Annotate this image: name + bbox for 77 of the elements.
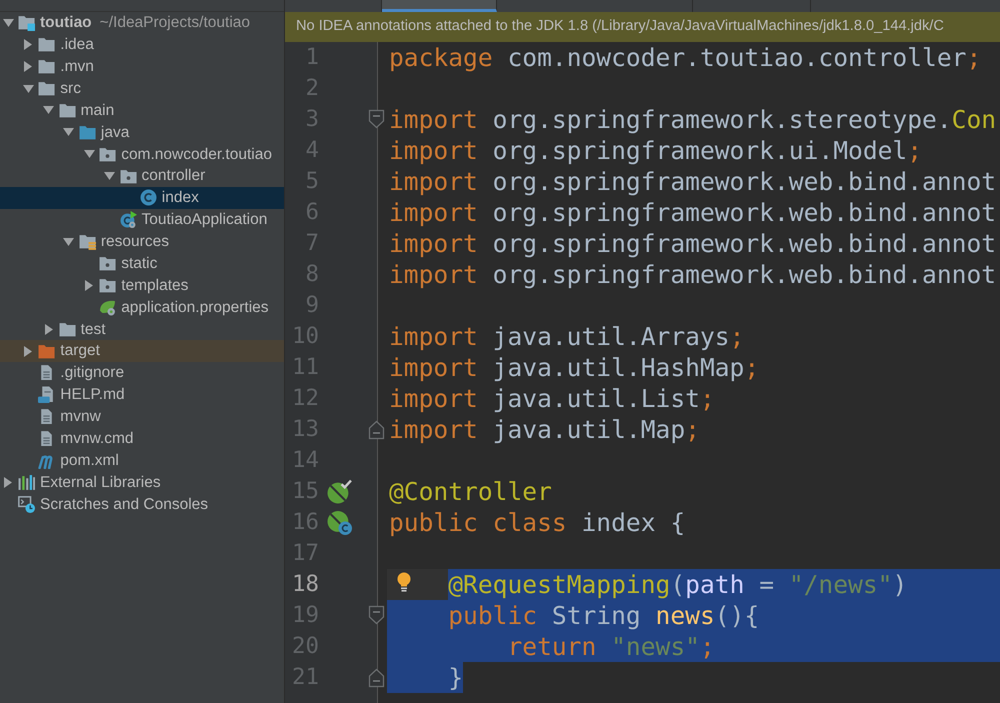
tree-item[interactable]: com.nowcoder.toutiao [0, 143, 284, 166]
caret-right-icon[interactable] [4, 476, 12, 488]
tree-item[interactable]: ToutiaoApplication [0, 208, 284, 231]
caret-right-icon[interactable] [24, 39, 32, 50]
folder-icon [38, 36, 56, 54]
folder-icon [38, 342, 56, 360]
caret-right-icon[interactable] [44, 324, 53, 335]
tree-item[interactable]: src [0, 78, 284, 100]
line-number: 18 [291, 570, 319, 599]
package-icon [120, 168, 136, 185]
tree-item[interactable]: controller [0, 165, 284, 187]
caret-right-icon[interactable] [24, 346, 32, 357]
tree-item[interactable]: test [0, 318, 284, 340]
code-line: import java.util.List; [388, 383, 715, 414]
code-line: package com.nowcoder.toutiao.controller; [388, 42, 982, 73]
console-clock-icon [18, 496, 35, 513]
tree-item[interactable]: mvnw [0, 406, 284, 428]
caret-down-icon[interactable] [22, 84, 34, 93]
fold-marker-icon[interactable] [368, 109, 385, 130]
tree-item[interactable]: Scratches and Consoles [0, 493, 284, 516]
caret-down-icon[interactable] [104, 172, 115, 180]
run-class-icon [120, 211, 136, 228]
folder-icon [58, 102, 76, 119]
caret-down-icon[interactable] [84, 150, 95, 158]
code-line: public class index { [388, 507, 686, 538]
caret-down-icon[interactable] [2, 18, 14, 27]
fold-marker-icon[interactable] [368, 419, 385, 440]
code-line: import java.util.Map; [388, 414, 700, 445]
tree-item[interactable]: static [0, 252, 284, 274]
tree-item[interactable]: java [0, 121, 284, 144]
folder-icon [38, 58, 56, 76]
leaf-icon [99, 298, 116, 316]
class-icon [140, 189, 157, 206]
tree-item[interactable]: resources [0, 230, 284, 253]
module-folder-icon [18, 14, 35, 32]
folder-icon [58, 320, 76, 338]
code-line: import org.springframework.web.bind.annot [388, 259, 996, 290]
caret-down-icon[interactable] [63, 238, 74, 246]
code-line: import org.springframework.stereotype.Con [388, 104, 996, 135]
notification-banner: No IDEA annotations attached to the JDK 1.8 (/Library/Java/JavaVirtualMachines/jdk1.8.0_144.jdk/C [285, 12, 1000, 42]
resources-folder-icon [78, 233, 96, 250]
tree-item[interactable]: External Libraries [0, 471, 284, 494]
tree-item[interactable]: toutiao ~/IdeaProjects/toutiao [0, 12, 284, 34]
tree-item[interactable]: HELP.md [0, 384, 284, 406]
file-tag-icon [38, 386, 56, 404]
folder-icon [78, 124, 96, 141]
library-bars-icon [18, 474, 35, 491]
code-line: import org.springframework.web.bind.annot [388, 197, 996, 228]
tree-item[interactable]: templates [0, 274, 284, 296]
code-line: import org.springframework.ui.Model; [388, 135, 922, 166]
code-line: import java.util.Arrays; [388, 321, 744, 352]
code-line: import java.util.HashMap; [388, 352, 760, 383]
tree-item[interactable]: pom.xml [0, 450, 284, 472]
code-line: import org.springframework.web.bind.annot [388, 166, 996, 197]
fold-marker-icon[interactable] [368, 605, 385, 626]
folder-icon [38, 80, 56, 98]
tree-item[interactable]: .gitignore [0, 362, 284, 384]
package-icon [99, 255, 116, 272]
tree-item[interactable]: application.properties [0, 296, 284, 318]
package-icon [99, 276, 116, 294]
bean-check-icon[interactable] [326, 479, 352, 504]
lightbulb-icon[interactable] [397, 572, 411, 593]
code-line: import org.springframework.web.bind.annot [388, 228, 996, 259]
tree-item[interactable]: index [0, 187, 284, 209]
tree-item[interactable]: main [0, 100, 284, 122]
caret-down-icon[interactable] [63, 128, 74, 136]
code-line: @Controller [388, 476, 552, 507]
caret-right-icon[interactable] [85, 280, 94, 291]
tree-item[interactable]: .idea [0, 34, 284, 56]
caret-right-icon[interactable] [24, 61, 32, 72]
tree-item[interactable]: target [0, 340, 284, 362]
fold-marker-icon[interactable] [368, 667, 385, 688]
bean-class-icon[interactable] [326, 510, 352, 535]
tree-item[interactable]: mvnw.cmd [0, 428, 284, 450]
package-icon [99, 146, 116, 163]
tree-item[interactable]: .mvn [0, 56, 284, 78]
caret-down-icon[interactable] [43, 106, 54, 114]
